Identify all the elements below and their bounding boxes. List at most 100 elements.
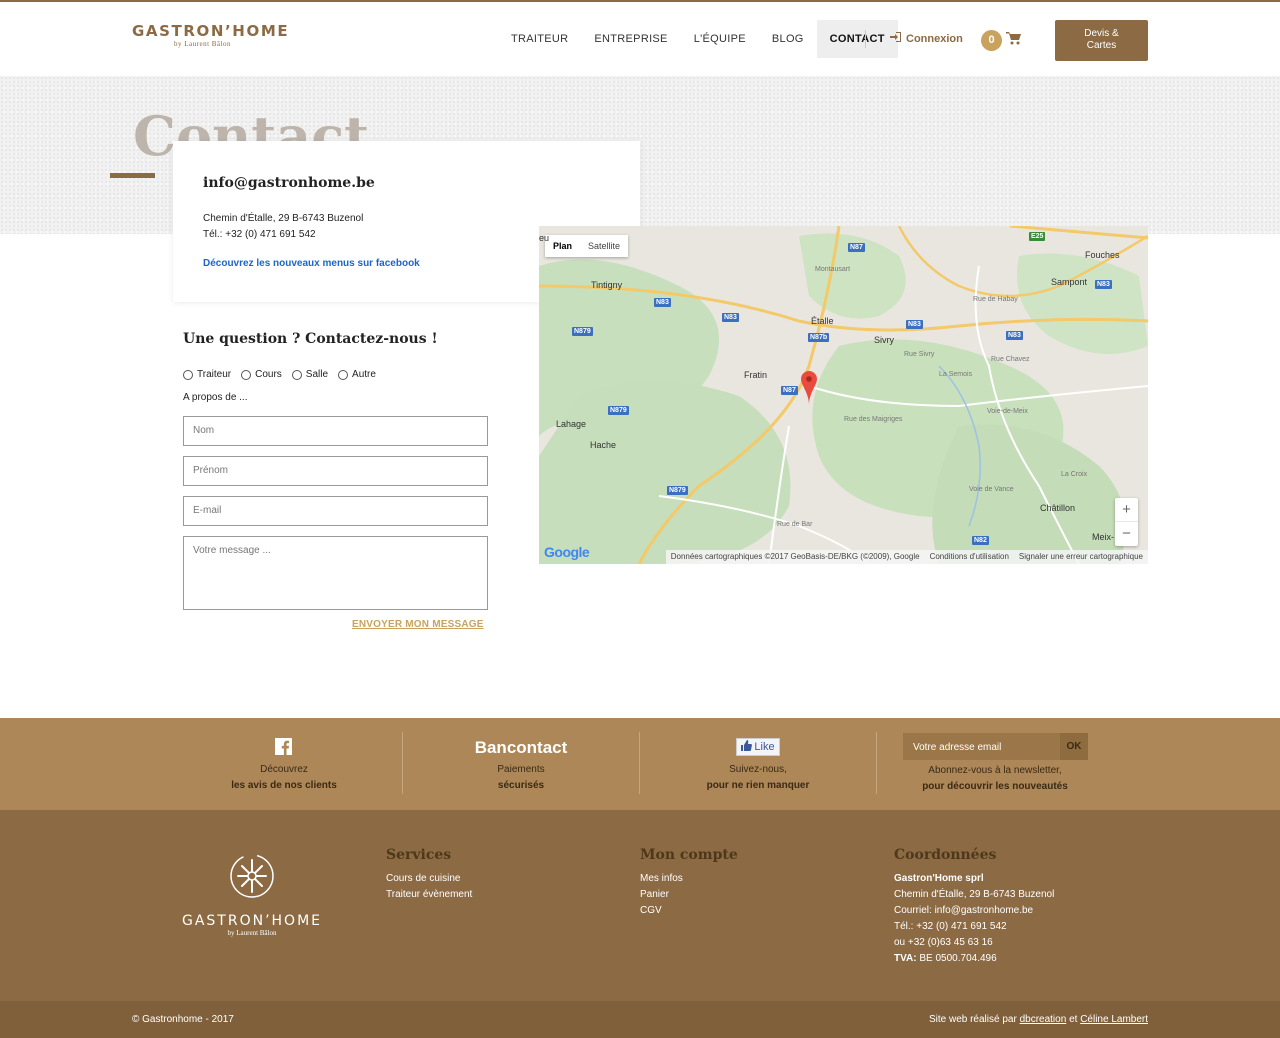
map-street-label: Rue Sivry xyxy=(904,351,935,358)
newsletter-line-1: Abonnez-vous à la newsletter, xyxy=(928,765,1062,776)
cart-count-badge[interactable]: 0 xyxy=(981,30,1002,51)
nav-item-equipe[interactable]: L'ÉQUIPE xyxy=(681,20,759,58)
map-street-label: Rue des Maigriges xyxy=(844,416,903,423)
radio-circle[interactable] xyxy=(291,369,302,380)
cart-icon[interactable] xyxy=(1006,32,1021,50)
radio-autre[interactable]: Autre xyxy=(338,369,376,380)
facebook-line-2: les avis de nos clients xyxy=(231,780,337,791)
tab-satellite[interactable]: Satellite xyxy=(580,235,628,257)
footer-logo-subtitle: by Laurent Bâlon xyxy=(227,929,277,937)
chef-utensils-icon xyxy=(172,850,332,907)
like-block: Like Suivez-nous, pour ne rien manquer xyxy=(678,718,838,810)
site-header: GASTRON’HOME by Laurent Bâlon TRAITEUR E… xyxy=(0,2,1280,76)
footer-link-traiteur[interactable]: Traiteur évènement xyxy=(386,887,472,903)
facebook-block[interactable]: Découvrez les avis de nos clients xyxy=(204,718,364,810)
facebook-icon[interactable] xyxy=(275,738,292,760)
newsletter-ok-button[interactable]: OK xyxy=(1060,733,1088,760)
facebook-menus-link[interactable]: Découvrez les nouveaux menus sur faceboo… xyxy=(203,258,420,269)
subject-radio-group: Traiteur Cours Salle Autre xyxy=(183,369,376,380)
map-road-label: N87 xyxy=(781,386,798,395)
map-road-label: N879 xyxy=(608,406,629,415)
map-place: Étalle xyxy=(811,316,834,326)
map-road-label: N83 xyxy=(654,298,671,307)
info-phone: Tél.: +32 (0) 471 691 542 xyxy=(203,229,316,240)
band-separator xyxy=(402,732,403,794)
map-road-label: N879 xyxy=(572,327,593,336)
map-street-label: Voie de Vance xyxy=(969,486,1014,493)
credits-link-dbcreation[interactable]: dbcreation xyxy=(1020,1014,1067,1025)
radio-salle[interactable]: Salle xyxy=(291,369,328,380)
footer-email[interactable]: Courriel: info@gastronhome.be xyxy=(894,903,1054,919)
credits: Site web réalisé par dbcreation et Célin… xyxy=(929,1014,1148,1025)
bancontact-line-2: sécurisés xyxy=(497,780,545,791)
radio-label: Autre xyxy=(352,369,376,380)
radio-circle[interactable] xyxy=(241,369,252,380)
tab-plan[interactable]: Plan xyxy=(545,235,580,257)
newsletter-line-2: pour découvrir les nouveautés xyxy=(922,781,1068,792)
nav-item-blog[interactable]: BLOG xyxy=(759,20,817,58)
newsletter-block: Abonnez-vous à la newsletter, pour décou… xyxy=(910,718,1080,810)
map-place: Hache xyxy=(590,440,617,450)
footer-link-panier[interactable]: Panier xyxy=(640,887,738,903)
map-report-link[interactable]: Signaler une erreur cartographique xyxy=(1019,550,1143,564)
map-attribution: Données cartographiques ©2017 GeoBasis-D… xyxy=(670,552,920,561)
thumbs-up-icon xyxy=(741,740,753,754)
map-place: Meix- xyxy=(1092,532,1114,542)
name-field[interactable]: Nom xyxy=(183,416,488,446)
credits-link-celine[interactable]: Céline Lambert xyxy=(1080,1014,1148,1025)
credits-and: et xyxy=(1069,1014,1078,1025)
email-field[interactable]: E-mail xyxy=(183,496,488,526)
like-label: Like xyxy=(754,741,775,753)
like-button-wrap: Like xyxy=(678,738,838,756)
footer-phone-2: ou +32 (0)63 45 63 16 xyxy=(894,937,993,948)
title-accent-bar xyxy=(110,173,155,178)
google-logo-text: Google xyxy=(544,544,590,560)
radio-circle[interactable] xyxy=(183,369,193,380)
footer-address: Chemin d'Étalle, 29 B-6743 Buzenol xyxy=(894,889,1055,900)
devis-line-2: Cartes xyxy=(1086,40,1117,51)
footer-link-cgv[interactable]: CGV xyxy=(640,903,738,919)
map-road-label: N83 xyxy=(1006,331,1023,340)
radio-circle[interactable] xyxy=(338,369,349,380)
send-message-button[interactable]: ENVOYER MON MESSAGE xyxy=(352,619,484,630)
footer-link-cours[interactable]: Cours de cuisine xyxy=(386,871,472,887)
facebook-line-1: Découvrez xyxy=(260,764,308,775)
map-road-label: N83 xyxy=(722,313,739,322)
like-line-2: pour ne rien manquer xyxy=(706,780,810,791)
devis-cartes-button[interactable]: Devis & Cartes xyxy=(1055,20,1148,61)
logo[interactable]: GASTRON’HOME by Laurent Bâlon xyxy=(132,22,292,48)
zoom-in-button[interactable]: + xyxy=(1115,498,1138,522)
zoom-out-button[interactable]: − xyxy=(1115,522,1138,546)
footer-account: Mon compte Mes infos Panier CGV xyxy=(640,847,738,919)
map-place: Lahage xyxy=(556,419,587,429)
map-street-label: Montausart xyxy=(815,266,851,273)
bancontact-line-1: Paiements xyxy=(497,764,545,775)
radio-cours[interactable]: Cours xyxy=(241,369,282,380)
nav-item-contact[interactable]: CONTACT xyxy=(816,20,898,58)
map-street-label: Voie-de-Meix xyxy=(987,408,1028,415)
footer-tva-value: BE 0500.704.496 xyxy=(919,953,997,964)
message-textarea[interactable]: Votre message ... xyxy=(183,536,488,610)
footer-logo[interactable]: GASTRON’HOME by Laurent Bâlon xyxy=(172,850,332,937)
google-map[interactable]: Plan Satellite eu Fouches Sampont Tintig… xyxy=(539,226,1148,564)
credits-prefix: Site web réalisé par xyxy=(928,1014,1017,1025)
footer-tva-label: TVA: xyxy=(894,953,917,964)
map-terms-link[interactable]: Conditions d'utilisation xyxy=(930,550,1009,564)
map-road-label: N87b xyxy=(808,333,830,342)
login-link[interactable]: Connexion xyxy=(890,32,963,45)
newsletter-email-input[interactable]: Votre adresse email xyxy=(903,733,1060,760)
nav-separator xyxy=(865,30,866,48)
nav-item-traiteur[interactable]: TRAITEUR xyxy=(498,20,581,58)
footer-services-title: Services xyxy=(386,847,452,863)
firstname-field[interactable]: Prénom xyxy=(183,456,488,486)
nav-item-entreprise[interactable]: ENTREPRISE xyxy=(581,20,680,58)
radio-label: Cours xyxy=(255,369,282,380)
radio-traiteur[interactable]: Traiteur xyxy=(183,369,231,380)
like-button[interactable]: Like xyxy=(736,738,780,756)
info-email[interactable]: info@gastronhome.be xyxy=(203,175,375,191)
about-label: A propos de ... xyxy=(183,392,248,403)
bancontact-title: Bancontact xyxy=(474,738,568,757)
copyright: © Gastronhome - 2017 xyxy=(132,1014,234,1025)
footer-link-infos[interactable]: Mes infos xyxy=(640,871,738,887)
map-road-label: N83 xyxy=(906,320,923,329)
